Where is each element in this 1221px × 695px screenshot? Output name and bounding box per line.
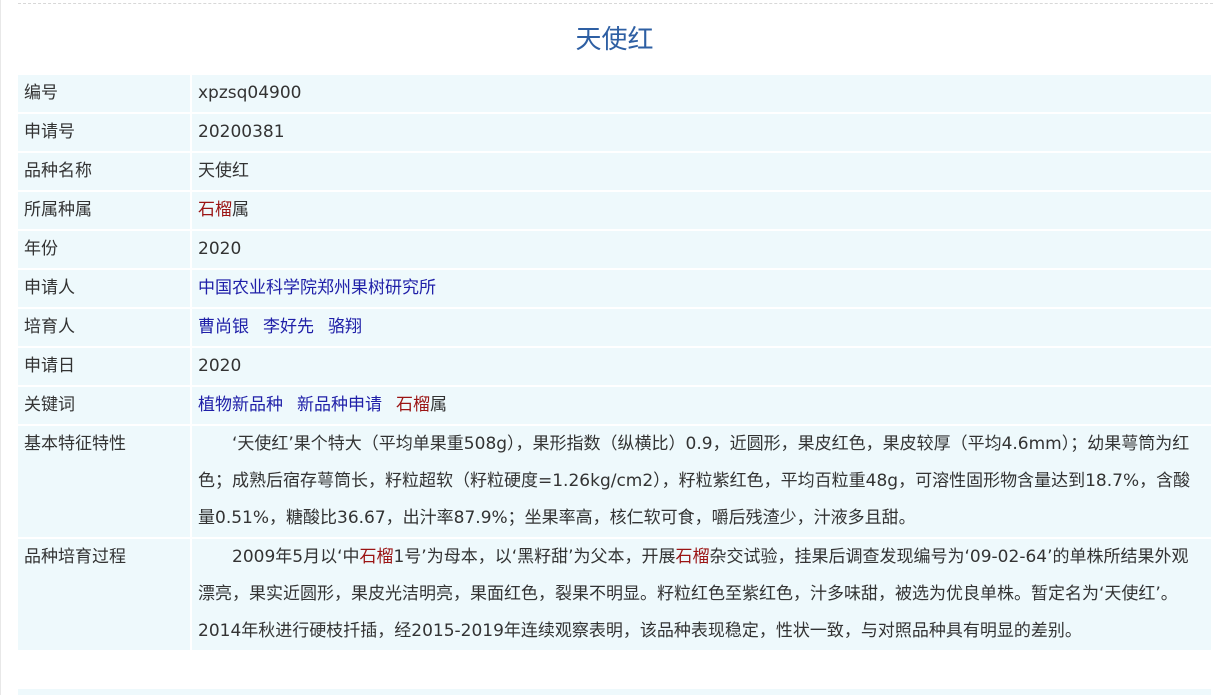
breeder-link[interactable]: 李好先 [263,317,314,337]
row-value: 中国农业科学院郑州果树研究所 [192,270,1211,307]
row-label: 所属种属 [18,192,192,229]
applicant-link[interactable]: 中国农业科学院郑州果树研究所 [198,278,436,298]
row-value: 2020 [192,348,1211,385]
row-value: 植物新品种 新品种申请 石榴属 [192,387,1211,424]
breeder-link[interactable]: 曹尚银 [198,317,249,337]
row-label: 品种培育过程 [18,539,192,650]
row-label: 培育人 [18,309,192,346]
table-row-year: 年份 2020 [18,231,1211,268]
highlight-term: 石榴 [396,395,430,415]
row-label: 年份 [18,231,192,268]
table-row-genus: 所属种属 石榴属 [18,192,1211,229]
row-label: 申请人 [18,270,192,307]
table-row-app-no: 申请号 20200381 [18,114,1211,151]
page-title: 天使红 [575,25,654,55]
table-row-keywords: 关键词 植物新品种 新品种申请 石榴属 [18,387,1211,424]
features-text: ‘天使红’果个特大（平均单果重508g），果形指数（纵横比）0.9，近圆形，果皮… [192,426,1211,537]
highlight-term: 石榴 [198,200,232,220]
row-value: 天使红 [192,153,1211,190]
table-row-applicant: 申请人 中国农业科学院郑州果树研究所 [18,270,1211,307]
genus-suffix: 属 [232,200,249,220]
row-value: 2020 [192,231,1211,268]
row-value: 20200381 [192,114,1211,151]
table-row-process: 品种培育过程 2009年5月以‘中石榴1号’为母本，以‘黑籽甜’为父本，开展石榴… [18,539,1211,650]
row-label: 基本特征特性 [18,426,192,537]
table-row-variety-name: 品种名称 天使红 [18,153,1211,190]
process-text-part: 1号’为母本，以‘黑籽甜’为父本，开展 [393,547,676,567]
next-row-edge [18,689,1211,695]
table-row-app-date: 申请日 2020 [18,348,1211,385]
genus-suffix: 属 [430,395,447,415]
left-border [0,0,1,695]
variety-info-table: 编号 xpzsq04900 申请号 20200381 品种名称 天使红 所属种属… [18,73,1211,652]
row-label: 申请日 [18,348,192,385]
row-label: 编号 [18,75,192,112]
row-label: 品种名称 [18,153,192,190]
process-text: 2009年5月以‘中石榴1号’为母本，以‘黑籽甜’为父本，开展石榴杂交试验，挂果… [192,539,1211,650]
highlight-term: 石榴 [359,547,394,567]
top-divider [18,3,1213,4]
keyword-link[interactable]: 植物新品种 [198,395,283,415]
breeder-link[interactable]: 骆翔 [328,317,362,337]
row-value: 曹尚银 李好先 骆翔 [192,309,1211,346]
row-value: xpzsq04900 [192,75,1211,112]
keyword-link[interactable]: 新品种申请 [297,395,382,415]
keyword-link-genus[interactable]: 石榴属 [396,395,447,415]
highlight-term: 石榴 [675,547,710,567]
row-label: 关键词 [18,387,192,424]
row-value: 石榴属 [192,192,1211,229]
table-row-code: 编号 xpzsq04900 [18,75,1211,112]
row-label: 申请号 [18,114,192,151]
table-row-breeders: 培育人 曹尚银 李好先 骆翔 [18,309,1211,346]
process-text-part: 2009年5月以‘中 [232,547,360,567]
table-row-features: 基本特征特性 ‘天使红’果个特大（平均单果重508g），果形指数（纵横比）0.9… [18,426,1211,537]
